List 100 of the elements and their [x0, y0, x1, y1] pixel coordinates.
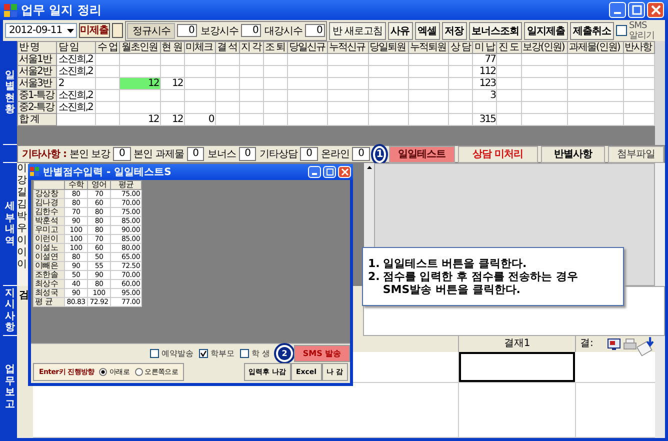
direction-radio[interactable]	[134, 368, 143, 376]
maximize-button[interactable]	[323, 166, 336, 178]
selected-cell[interactable]	[459, 352, 575, 382]
column-header: 지 각	[239, 42, 264, 54]
date-dropdown[interactable]: 2012-09-11	[5, 23, 78, 38]
table-cell	[368, 114, 409, 126]
table-cell	[287, 90, 328, 102]
table-cell: 315	[472, 114, 497, 126]
table-cell	[328, 54, 368, 66]
list-item[interactable]: 이	[17, 163, 29, 175]
table-cell	[408, 66, 449, 78]
table-cell: 소진희,2	[56, 90, 96, 102]
tab-button[interactable]: 반별사항	[541, 146, 605, 162]
table-cell: 소진희,2	[56, 54, 96, 66]
scrollbar[interactable]	[655, 41, 665, 145]
table-cell	[448, 114, 473, 126]
close-button[interactable]	[647, 2, 664, 18]
check-icon	[200, 350, 208, 356]
instruction-text: 일일테스트 버튼을 클릭한다.	[382, 257, 527, 270]
checkbox-label: SMS 알리기	[629, 20, 656, 40]
column-header: 미체크	[184, 42, 216, 54]
list-item[interactable]: 이	[17, 259, 29, 271]
option-checkbox[interactable]	[150, 348, 160, 358]
table-cell	[448, 78, 473, 90]
list-item[interactable]: 이	[17, 235, 29, 247]
step-number: 1.	[368, 257, 380, 270]
table-cell	[239, 90, 264, 102]
other-label: 기타사항 :	[22, 148, 66, 161]
table-cell	[120, 90, 160, 102]
sms-checkbox[interactable]	[616, 25, 627, 36]
table-cell	[160, 54, 184, 66]
hours-field[interactable]: 0	[177, 24, 198, 37]
toolbar-button[interactable]: 반 새로고침	[329, 22, 386, 40]
table-cell	[328, 78, 368, 90]
table-cell	[368, 90, 409, 102]
list-item[interactable]: 김	[17, 199, 29, 211]
minimize-button[interactable]	[308, 166, 321, 178]
maximize-button[interactable]	[628, 2, 645, 18]
option-checkbox[interactable]	[199, 348, 208, 358]
monitor-icon[interactable]	[607, 338, 621, 351]
table-cell	[521, 78, 568, 90]
table-cell	[120, 54, 160, 66]
hours-label: 대강시수	[263, 24, 304, 38]
minimize-icon	[614, 12, 621, 14]
toolbar-button[interactable]: 엑셀	[414, 22, 440, 40]
toolbar-button[interactable]: 저장	[442, 22, 466, 40]
toolbar-button[interactable]: 사유	[388, 22, 412, 40]
table-cell	[567, 66, 624, 78]
app-icon	[30, 167, 40, 177]
row-header: 서울1반	[18, 54, 57, 66]
table-cell	[160, 102, 184, 114]
hours-field[interactable]: 0	[241, 24, 262, 37]
tab-button[interactable]: 일일테스트	[389, 146, 455, 162]
list-item[interactable]: 박	[17, 211, 29, 223]
table-cell	[521, 114, 568, 126]
table-cell	[328, 66, 368, 78]
table-cell	[448, 54, 473, 66]
option-checkbox[interactable]	[240, 348, 250, 358]
hours-field[interactable]: 0	[305, 24, 326, 37]
toolbar-button[interactable]: 일지제출	[524, 22, 568, 40]
input-field[interactable]: 0	[352, 147, 370, 161]
list-item[interactable]: 강	[17, 175, 29, 187]
hours-button[interactable]: 정규시수	[127, 22, 176, 38]
table-cell	[287, 54, 328, 66]
table-cell	[287, 78, 328, 90]
column-header: 수학	[64, 180, 88, 190]
minimize-button[interactable]	[609, 2, 626, 18]
tab-button[interactable]: 상담 미처리	[458, 146, 538, 162]
input-field[interactable]: 0	[113, 147, 131, 161]
table-cell	[368, 102, 409, 114]
window-title: 업무 일지 정리	[21, 2, 102, 18]
table-cell: 12	[120, 114, 160, 126]
table-cell	[96, 114, 120, 126]
input-field[interactable]: 0	[300, 147, 318, 161]
app-icon	[4, 4, 17, 16]
table-cell	[496, 90, 521, 102]
download-icon[interactable]	[637, 336, 655, 358]
field-label: 기타상담	[259, 148, 298, 161]
direction-radio[interactable]	[99, 368, 108, 376]
list-item[interactable]: 길	[17, 187, 29, 199]
input-field[interactable]: 0	[238, 147, 256, 161]
list-item[interactable]: 이	[17, 247, 29, 259]
table-cell	[448, 66, 473, 78]
input-field[interactable]: 0	[186, 147, 204, 161]
table-cell	[567, 114, 624, 126]
scrollbar[interactable]	[655, 163, 665, 286]
toolbar-button[interactable]: 제출취소	[570, 22, 614, 40]
table-cell: 3	[472, 90, 497, 102]
close-button[interactable]	[338, 166, 351, 178]
table-cell	[184, 102, 216, 114]
table-cell	[239, 66, 264, 78]
scrollbar[interactable]	[655, 336, 665, 438]
toolbar-button[interactable]: 보너스조회	[468, 22, 522, 40]
tab-button[interactable]: 첨부파일	[608, 146, 664, 162]
column-header: 담 임	[56, 42, 96, 54]
list-item[interactable]: 우	[17, 223, 29, 235]
table-cell	[184, 54, 216, 66]
caret-icon	[66, 26, 76, 35]
instruction-label: 검	[19, 289, 29, 302]
column-header: 수 업	[96, 42, 120, 54]
